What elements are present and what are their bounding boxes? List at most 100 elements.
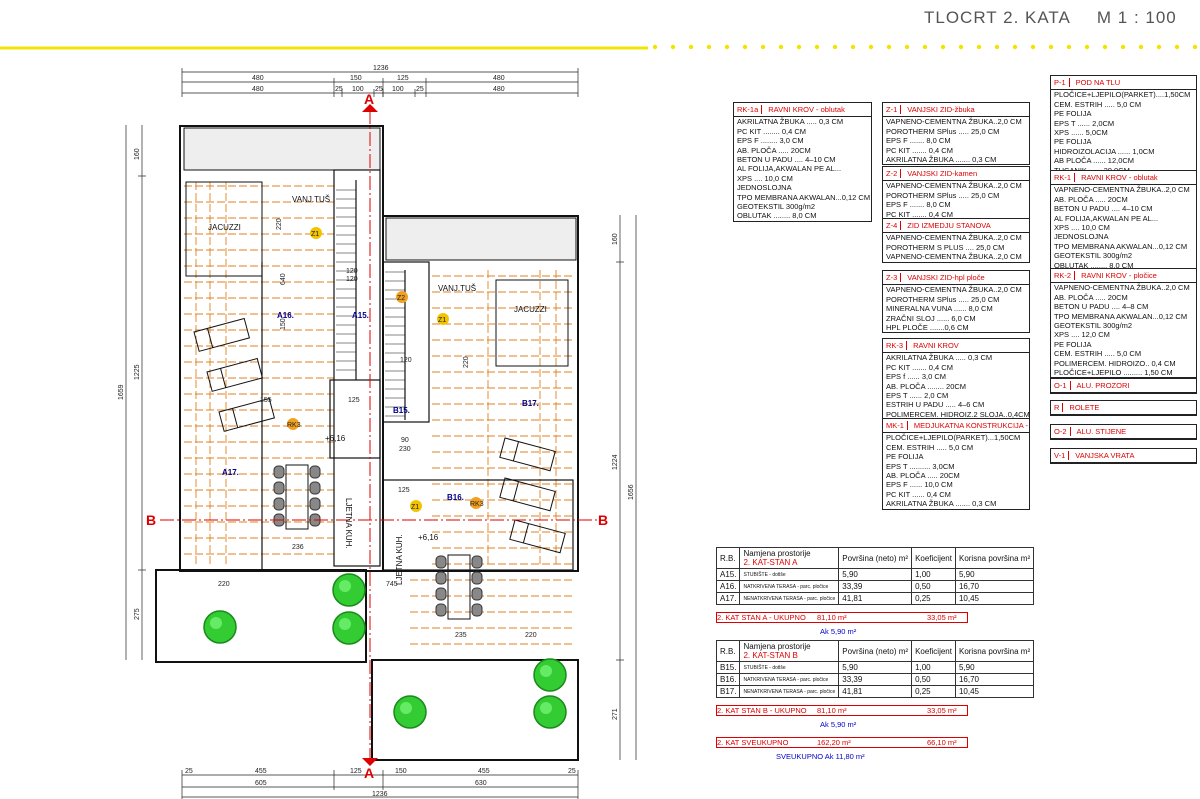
legend-line: EPS T ...... 2,0CM: [1054, 118, 1115, 128]
svg-text:Z1: Z1: [411, 504, 419, 511]
dim-left-2: 1225: [134, 364, 141, 380]
legend-code: Z-1: [886, 105, 902, 115]
legend-line: POROTHERM SPlus ..... 25,0 CM: [886, 294, 1000, 304]
tag-z1-b: Z1: [437, 313, 449, 325]
table-cell: 16,70: [954, 673, 1035, 686]
dim-int-2: 640: [280, 273, 287, 285]
dim-int-8: 155: [260, 397, 272, 404]
tag-z1-a: Z1: [310, 227, 322, 239]
table-row: A15. STUBIŠTE - dotlše 5,90 1,00 5,90: [715, 568, 1035, 581]
legend-code: Z-3: [886, 273, 902, 283]
dim-int-4: 120: [346, 268, 358, 275]
table-b-total: 2. KAT STAN B - UKUPNO 81,10 m² 33,05 m²: [716, 705, 968, 716]
table-cell: STUBIŠTE - dotlše: [739, 661, 840, 674]
legend-code: RK-1: [1054, 173, 1076, 183]
legend-line: GEOTEKSTIL 300g/m2: [737, 202, 816, 212]
legend-line: PE FOLIJA: [1054, 137, 1092, 147]
legend-line: CEM. ESTRIH ..... 5,0 CM: [1054, 349, 1142, 359]
dim-int-6: 120: [400, 357, 412, 364]
dim-bot-5: 455: [478, 768, 490, 775]
table-cell: 5,90: [838, 661, 913, 674]
section-label-b-right: B: [598, 512, 608, 528]
legend-line: HIDROIZOLACIJA ...... 1,0CM: [1054, 146, 1155, 156]
legend-o-2: O-2 ALU. STIJENE: [1050, 424, 1197, 441]
vanjtus-b: VANJ.TUŠ: [438, 284, 476, 293]
legend-code: O-2: [1054, 427, 1071, 437]
room-b17: B17.: [522, 399, 539, 408]
svg-text:RK3: RK3: [470, 501, 484, 508]
legend-rk-1a: RK-1a RAVNI KROV - oblutak AKRILATNA ŽBUKA…: [733, 102, 872, 222]
legend-line: BETON U PADU .... 4–10 CM: [737, 155, 836, 165]
legend-line: TPO MEMBRANA AKWALAN...0,12 CM: [1054, 241, 1188, 251]
legend-line: AB. PLOČA ..... 20CM: [1054, 194, 1128, 204]
legend-z-4: Z-4 ZID IZMEDJU STANOVA VAPNENO-CEMENTNA Ž…: [882, 218, 1030, 263]
table-cell: 0,50: [911, 673, 956, 686]
table-row: A16. NATKRIVENA TERASA - parc. pločice 33,…: [715, 580, 1035, 593]
legend-line: PLOČICE+LJEPILO(PARKET)....1,50CM: [1054, 90, 1191, 100]
legend-mk-1: MK-1 MEDJUKATNA KONSTRUKCIJA - iznad otvo…: [882, 418, 1030, 510]
legend-r: R ROLETE: [1050, 400, 1197, 417]
legend-code: Z-2: [886, 169, 902, 179]
legend-line: VAPNENO-CEMENTNA ŽBUKA..2,0 CM: [886, 117, 1022, 127]
dim-int-16: 235: [455, 632, 467, 639]
legend-line: CEM. ESTRIH ..... 5,0 CM: [1054, 99, 1142, 109]
dim-top-r2-5: 100: [392, 86, 404, 93]
table-row: B16. NATKRIVENA TERASA - parc. pločice 33,…: [715, 673, 1035, 686]
legend-line: AL FOLIJA,AKWALAN PE AL...: [1054, 213, 1159, 223]
table-cell: B16.: [715, 673, 741, 686]
table-cell: B15.: [715, 661, 741, 674]
room-a17: A17.: [222, 468, 239, 477]
table-row: A17. NENATKRIVENA TERASA - parc. pločice 4…: [715, 592, 1035, 605]
legend-line: EPS F ...... 10,0 CM: [886, 480, 953, 490]
legend-title: MEDJUKATNA KONSTRUKCIJA - iznad otvoreno…: [913, 421, 1029, 430]
legend-line: XPS .... 10,0 CM: [1054, 223, 1110, 233]
dim-right-1: 160: [612, 233, 619, 245]
legend-line: POROTHERM S PLUS .... 25,0 CM: [886, 242, 1005, 252]
trees: [203, 573, 567, 729]
dim-right-3: 271: [612, 708, 619, 720]
legend-line: XPS ...... 5,0CM: [1054, 128, 1108, 138]
legend-code: RK-3: [886, 341, 908, 351]
table-cell: 5,90: [954, 568, 1035, 581]
legend-line: EPS F ....... 8,0 CM: [886, 200, 951, 210]
legend-line: EPS f ...... 3,0 CM: [886, 372, 947, 382]
section-label-a-top: A: [364, 91, 374, 107]
table-cell: 1,00: [911, 661, 956, 674]
dim-int-13: 236: [292, 544, 304, 551]
legend-line: PC KIT ....... 0,4 CM: [886, 145, 953, 155]
legend-line: VAPNENO-CEMENTNA ŽBUKA..2,0 CM: [886, 252, 1022, 262]
table-b-note: Ak 5,90 m²: [820, 720, 857, 729]
legend-line: EPS F ........ 3,0 CM: [737, 136, 804, 146]
table-a-note: Ak 5,90 m²: [820, 627, 857, 636]
legend-line: BETON U PADU .... 4–8 CM: [1054, 302, 1149, 312]
table-cell: 10,45: [954, 685, 1035, 698]
dim-left-1: 160: [134, 148, 141, 160]
legend-line: PE FOLIJA: [1054, 109, 1092, 119]
dim-int-7: 220: [463, 356, 470, 368]
legend-line: POLIMERCEM. HIDROIZO.. 0,4 CM: [1054, 358, 1176, 368]
th-namjena: Namjena prostorije 2. KAT-STAN A: [739, 547, 840, 569]
grand-total: 2. KAT SVEUKUPNO 162,20 m² 66,10 m²: [716, 737, 968, 748]
legend-line: PLOČICE+LJEPILO ......... 1,50 CM: [1054, 368, 1173, 378]
legend-title: ZID IZMEDJU STANOVA: [907, 221, 991, 230]
legend-title: ALU. STIJENE: [1076, 427, 1127, 436]
dim-top-r2-2: 25: [335, 86, 343, 93]
jacuzzi-a-label: JACUZZI: [208, 223, 241, 232]
dim-top-r2-3: 100: [352, 86, 364, 93]
dim-bot-r2-2: 630: [475, 780, 487, 787]
legend-line: HPL PLOČE .......0,6 CM: [886, 323, 969, 333]
table-cell: 0,25: [911, 592, 956, 605]
legend-line: POROTHERM SPlus ..... 25,0 CM: [886, 126, 1000, 136]
table-b-subtitle: 2. KAT-STAN B: [743, 651, 798, 660]
room-b16: B16.: [447, 493, 464, 502]
svg-text:Z1: Z1: [311, 231, 319, 238]
legend-code: MK-1: [886, 421, 908, 431]
legend-code: RK-2: [1054, 271, 1076, 281]
legend-line: EPS T .......... 3,0CM: [886, 461, 955, 471]
dining-table-a: [273, 464, 321, 530]
legend-line: EPS T ...... 2,0 CM: [886, 391, 949, 401]
dim-top-2: 150: [350, 75, 362, 82]
legend-code: O-1: [1054, 381, 1071, 391]
dim-top-total: 1236: [373, 65, 389, 72]
planter-a: [183, 127, 381, 171]
